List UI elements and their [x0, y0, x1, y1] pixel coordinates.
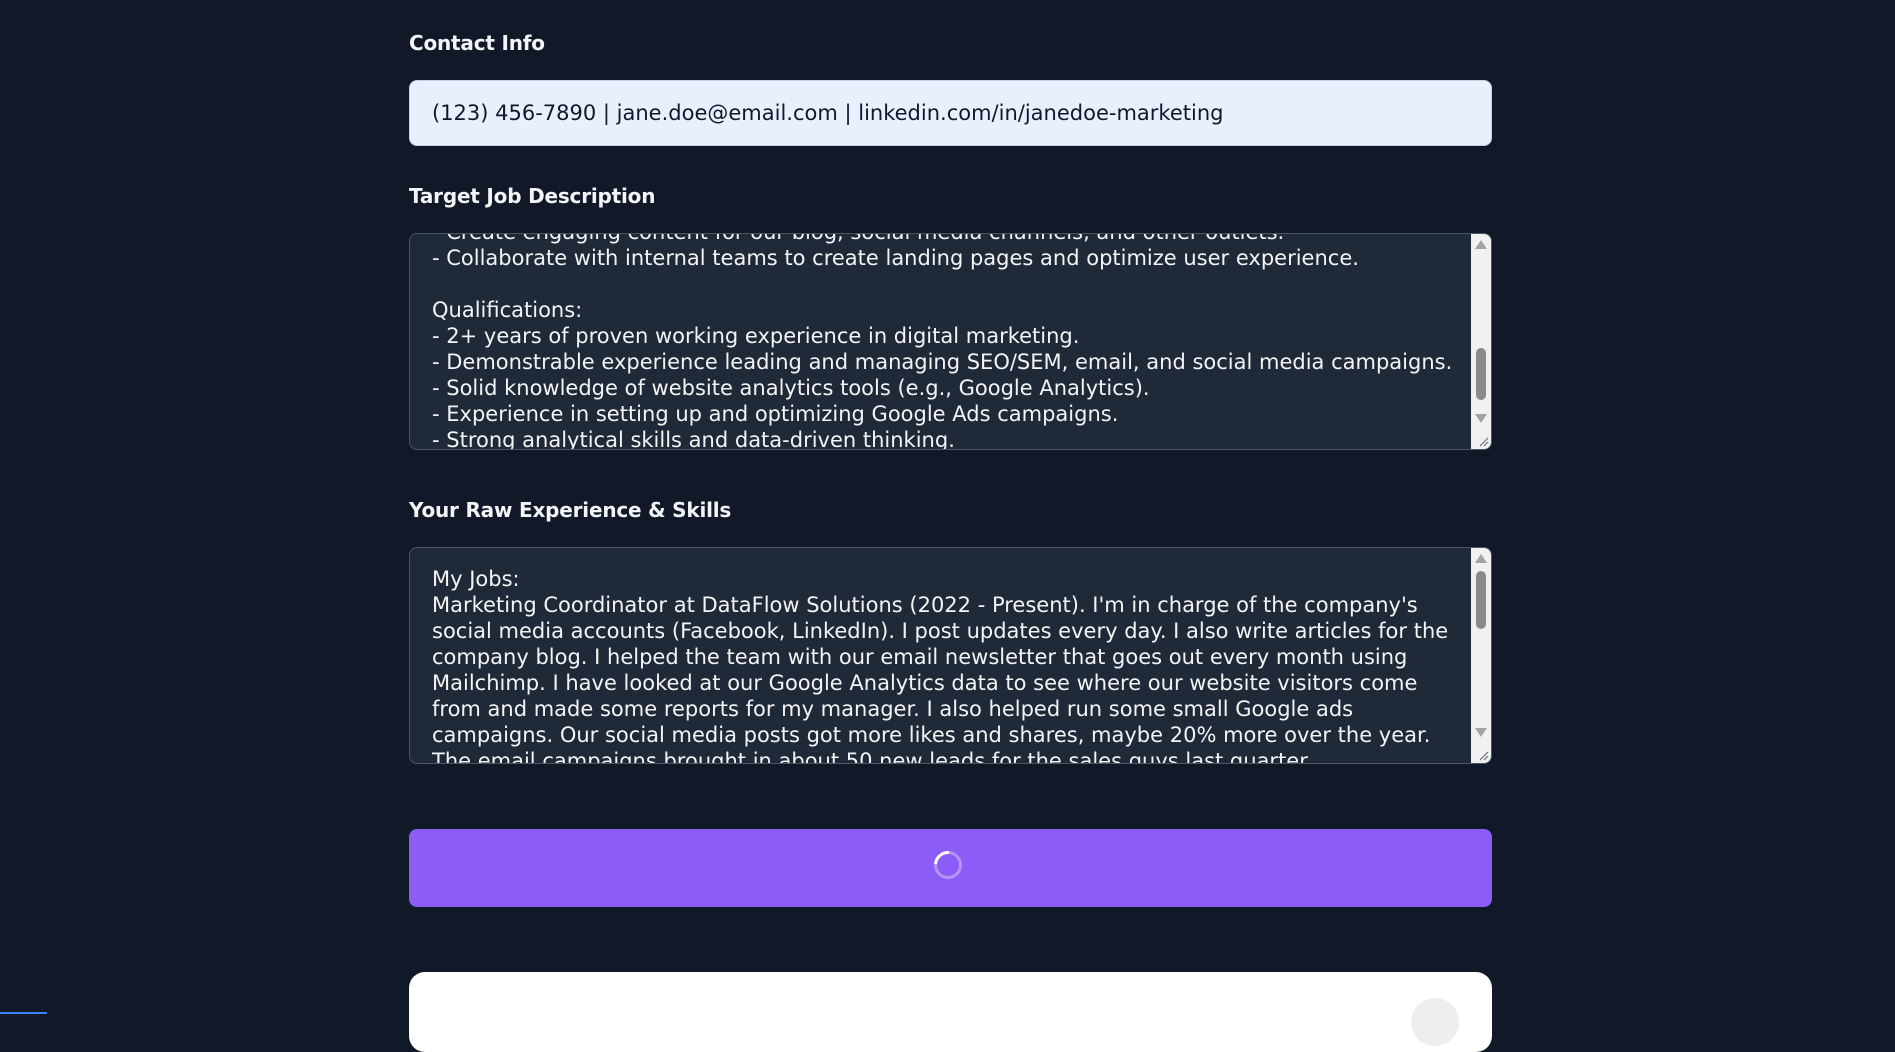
scrollbar-thumb[interactable]: [1476, 571, 1486, 629]
copy-button[interactable]: [1411, 998, 1459, 1046]
experience-textarea[interactable]: My Jobs: Marketing Coordinator at DataFl…: [409, 547, 1492, 764]
scrollbar-thumb[interactable]: [1476, 348, 1486, 400]
experience-scrollbar[interactable]: [1471, 548, 1491, 763]
scroll-up-arrow-icon[interactable]: [1475, 554, 1487, 563]
job-description-textarea[interactable]: - Create engaging content for our blog, …: [409, 233, 1492, 450]
resize-grip-icon[interactable]: [1475, 747, 1489, 761]
contact-info-label: Contact Info: [409, 31, 545, 55]
job-description-text: - Create engaging content for our blog, …: [432, 234, 1453, 450]
experience-label: Your Raw Experience & Skills: [409, 498, 732, 522]
result-card: [409, 972, 1492, 1052]
contact-info-input[interactable]: (123) 456-7890 | jane.doe@email.com | li…: [409, 80, 1492, 146]
scroll-down-arrow-icon[interactable]: [1475, 728, 1487, 737]
resize-grip-icon[interactable]: [1475, 433, 1489, 447]
spinner-icon: [928, 845, 968, 885]
experience-text: My Jobs: Marketing Coordinator at DataFl…: [432, 567, 1449, 764]
job-description-scrollbar[interactable]: [1471, 234, 1491, 449]
generate-button[interactable]: [409, 829, 1492, 907]
scroll-down-arrow-icon[interactable]: [1475, 414, 1487, 423]
job-description-label: Target Job Description: [409, 184, 656, 208]
scroll-up-arrow-icon[interactable]: [1475, 240, 1487, 249]
